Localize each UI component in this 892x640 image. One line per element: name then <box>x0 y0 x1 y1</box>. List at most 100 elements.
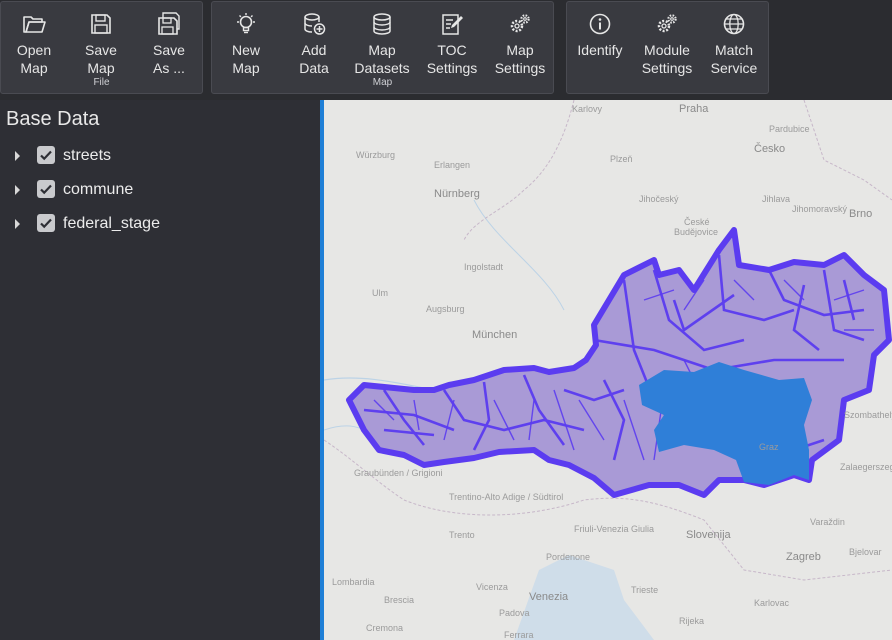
map-label: Jihočeský <box>639 194 679 204</box>
map-svg: Karlovy Praha Pardubice Česko Würzburg E… <box>324 100 892 640</box>
info-icon <box>589 13 611 35</box>
layer-item-streets[interactable]: streets <box>0 142 300 172</box>
button-label: Service <box>710 60 758 76</box>
map-settings-button[interactable]: Map Settings <box>487 10 553 77</box>
map-label: Graubünden / Grigioni <box>354 468 443 478</box>
ribbon-group-file: Open Map Save Map Save As ... File <box>0 1 203 94</box>
layer-checkbox[interactable] <box>37 180 55 198</box>
save-icon <box>91 14 111 34</box>
map-label: České <box>684 217 710 227</box>
match-service-button[interactable]: Match Service <box>701 10 767 77</box>
map-label: Graz <box>759 442 779 452</box>
save-map-button[interactable]: Save Map <box>68 10 134 77</box>
layer-name: federal_stage <box>63 215 160 232</box>
layer-checkbox[interactable] <box>37 146 55 164</box>
button-label: Map <box>20 60 48 76</box>
map-label: Zagreb <box>786 551 821 563</box>
map-label: Brno <box>849 208 872 220</box>
button-label: Settings <box>426 60 478 76</box>
ribbon-group-label: File <box>93 77 110 88</box>
ribbon-group-label: Map <box>372 77 393 88</box>
button-label: Map <box>506 42 534 58</box>
map-label: Trento <box>449 530 475 540</box>
map-label: Friuli-Venezia Giulia <box>574 524 654 534</box>
map-label: Erlangen <box>434 160 470 170</box>
map-label: Brescia <box>384 595 414 605</box>
map-label: Pardubice <box>769 124 810 134</box>
map-label: Slovenija <box>686 529 732 541</box>
map-label: Ulm <box>372 288 388 298</box>
map-label: Szombathely <box>844 410 892 420</box>
button-label: Datasets <box>354 60 410 76</box>
button-label: Map <box>368 42 396 58</box>
map-label: Jihlava <box>762 194 790 204</box>
gears-icon <box>657 14 677 33</box>
map-label: Praha <box>679 103 709 115</box>
button-label: New <box>231 42 260 58</box>
ribbon-group-map: New Map Add Data Map Datasets TOC Settin… <box>211 1 554 94</box>
expand-caret-icon[interactable] <box>15 219 20 229</box>
database-icon <box>373 13 391 35</box>
button-label: Save <box>153 42 185 58</box>
ribbon-group-tools: Identify Module Settings Match Service <box>566 1 769 94</box>
folder-open-icon <box>23 16 46 33</box>
open-map-button[interactable]: Open Map <box>1 10 67 77</box>
button-label: Identify <box>577 42 623 58</box>
map-label: Pordenone <box>546 552 590 562</box>
button-label: Open <box>16 42 52 58</box>
lightbulb-icon <box>237 13 255 34</box>
button-label: TOC <box>437 42 467 58</box>
map-label: Venezia <box>529 591 569 603</box>
map-label: Plzeň <box>610 154 633 164</box>
button-label: Map <box>87 60 115 76</box>
expand-caret-icon[interactable] <box>15 185 20 195</box>
gears-icon <box>510 14 530 33</box>
map-label: Augsburg <box>426 304 465 314</box>
map-label: Würzburg <box>356 150 395 160</box>
globe-icon <box>723 13 745 35</box>
ribbon-toolbar: Open Map Save Map Save As ... File New M… <box>0 0 892 100</box>
button-label: Map <box>232 60 260 76</box>
map-label: Ferrara <box>504 630 534 640</box>
identify-button[interactable]: Identify <box>567 10 633 59</box>
module-settings-button[interactable]: Module Settings <box>634 10 700 77</box>
map-label: Nürnberg <box>434 188 480 200</box>
button-label: Data <box>299 60 329 76</box>
map-label: Ingolstadt <box>464 262 504 272</box>
save-as-button[interactable]: Save As ... <box>136 10 202 77</box>
edit-document-icon <box>442 14 463 35</box>
button-label: Match <box>714 42 754 58</box>
map-label: Česko <box>754 142 785 155</box>
map-label: Trentino-Alto Adige / Südtirol <box>449 492 563 502</box>
new-map-button[interactable]: New Map <box>213 10 279 77</box>
map-label: Jihomoravský <box>792 204 848 214</box>
map-label: Vicenza <box>476 582 508 592</box>
toc-settings-button[interactable]: TOC Settings <box>419 10 485 77</box>
add-data-button[interactable]: Add Data <box>281 10 347 77</box>
map-label: Rijeka <box>679 616 704 626</box>
map-label: Karlovac <box>754 598 790 608</box>
save-as-icon <box>158 12 180 35</box>
layer-item-commune[interactable]: commune <box>0 176 300 206</box>
map-label: Zalaegerszeg <box>840 462 892 472</box>
map-datasets-button[interactable]: Map Datasets <box>349 10 415 77</box>
button-label: Settings <box>641 60 693 76</box>
panel-title: Base Data <box>6 108 100 130</box>
layer-item-federal-stage[interactable]: federal_stage <box>0 210 300 240</box>
layer-panel: Base Data streets commune federal_stage <box>0 100 320 640</box>
map-label: Bjelovar <box>849 547 882 557</box>
map-label: Lombardia <box>332 577 375 587</box>
map-canvas[interactable]: Karlovy Praha Pardubice Česko Würzburg E… <box>324 100 892 640</box>
layer-name: commune <box>63 181 134 198</box>
layer-name: streets <box>63 147 112 164</box>
layer-checkbox[interactable] <box>37 214 55 232</box>
map-label: Karlovy <box>572 104 603 114</box>
map-label: Trieste <box>631 585 658 595</box>
button-label: Save <box>85 42 117 58</box>
button-label: Settings <box>494 60 546 76</box>
expand-caret-icon[interactable] <box>15 151 20 161</box>
button-label: Add <box>301 42 327 58</box>
button-label: As ... <box>153 60 185 76</box>
map-label: Budějovice <box>674 227 718 237</box>
database-add-icon <box>304 13 326 35</box>
